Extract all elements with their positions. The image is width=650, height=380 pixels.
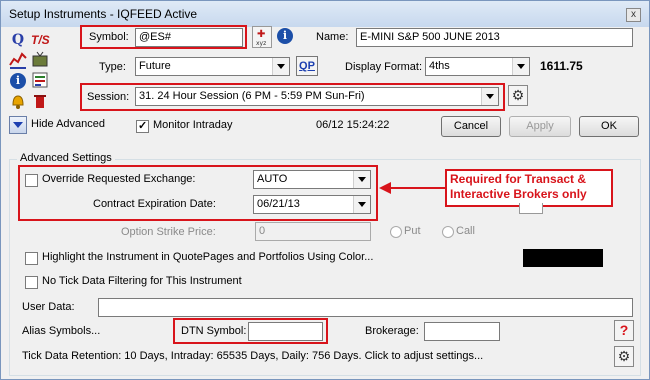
title-bar: Setup Instruments - IQFEED Active x xyxy=(1,1,649,27)
hide-advanced-button[interactable] xyxy=(9,116,27,134)
chevron-down-icon xyxy=(353,196,370,213)
symbol-input[interactable]: @ES# xyxy=(135,28,243,47)
hide-advanced-label[interactable]: Hide Advanced xyxy=(31,118,105,130)
close-button[interactable]: x xyxy=(626,8,641,22)
hidden-field-edge xyxy=(519,203,543,214)
name-label: Name: xyxy=(316,31,349,43)
dtn-symbol-label: DTN Symbol: xyxy=(181,325,247,337)
svg-text:xyz: xyz xyxy=(256,40,266,47)
chart-icon[interactable] xyxy=(9,51,27,69)
session-select[interactable]: 31. 24 Hour Session (6 PM - 5:59 PM Sun-… xyxy=(135,87,499,106)
option-strike-input[interactable]: 0 xyxy=(255,222,371,241)
name-input[interactable]: E-MINI S&P 500 JUNE 2013 xyxy=(356,28,633,47)
timestamp: 06/12 15:24:22 xyxy=(316,119,390,131)
monitor-intraday-label: Monitor Intraday xyxy=(153,119,233,131)
contract-expiration-value: 06/21/13 xyxy=(257,198,300,210)
put-label: Put xyxy=(404,225,421,237)
contract-expiration-label: Contract Expiration Date: xyxy=(93,198,216,210)
setup-instruments-window: Setup Instruments - IQFEED Active x Q T/… xyxy=(0,0,650,380)
type-value: Future xyxy=(139,60,171,72)
user-data-input[interactable] xyxy=(98,298,633,317)
qp-button[interactable]: QP xyxy=(296,56,318,76)
alert-icon[interactable] xyxy=(9,92,27,110)
contract-expiration-select[interactable]: 06/21/13 xyxy=(253,195,371,214)
highlight-color-swatch[interactable] xyxy=(523,249,603,267)
quotepage-icon[interactable] xyxy=(31,71,49,89)
brokerage-label: Brokerage: xyxy=(365,325,419,337)
no-tick-filter-label: No Tick Data Filtering for This Instrume… xyxy=(42,275,242,287)
delete-icon[interactable] xyxy=(31,92,49,110)
exchange-select[interactable]: AUTO xyxy=(253,170,371,189)
symbol-lookup-icon[interactable]: ✚ xyz xyxy=(252,26,272,48)
display-format-select[interactable]: 4ths xyxy=(425,57,530,76)
highlight-color-label[interactable]: Highlight the Instrument in QuotePages a… xyxy=(42,251,373,263)
brokerage-input[interactable] xyxy=(424,322,500,341)
settings-icon[interactable]: ⚙ xyxy=(508,85,528,106)
display-format-label: Display Format: xyxy=(345,61,423,73)
no-tick-filter-checkbox[interactable] xyxy=(25,276,38,289)
chevron-down-icon xyxy=(272,58,289,75)
ok-button[interactable]: OK xyxy=(579,116,639,137)
advanced-settings-label: Advanced Settings xyxy=(17,152,115,164)
exchange-value: AUTO xyxy=(257,173,288,185)
svg-text:✚: ✚ xyxy=(257,29,265,40)
tick-settings-icon[interactable]: ⚙ xyxy=(614,346,634,367)
session-value: 31. 24 Hour Session (6 PM - 5:59 PM Sun-… xyxy=(139,90,365,102)
cancel-button[interactable]: Cancel xyxy=(441,116,501,137)
session-label: Session: xyxy=(87,91,130,103)
call-radio[interactable] xyxy=(442,226,454,238)
tv-icon[interactable] xyxy=(31,51,49,69)
symbol-label: Symbol: xyxy=(89,31,129,43)
quote-icon[interactable]: Q xyxy=(9,31,27,49)
chevron-down-icon xyxy=(481,88,498,105)
tick-retention-link[interactable]: Tick Data Retention: 10 Days, Intraday: … xyxy=(22,350,483,362)
last-price: 1611.75 xyxy=(540,59,583,73)
symbol-info-icon[interactable]: i xyxy=(277,28,293,44)
type-label: Type: xyxy=(99,61,126,73)
time-sales-icon[interactable]: T/S xyxy=(31,31,50,49)
highlight-color-checkbox[interactable] xyxy=(25,252,38,265)
put-radio[interactable] xyxy=(390,226,402,238)
option-strike-label: Option Strike Price: xyxy=(121,226,216,238)
info-icon[interactable]: i xyxy=(10,73,26,89)
chevron-down-icon xyxy=(512,58,529,75)
alias-symbols-link[interactable]: Alias Symbols... xyxy=(22,325,100,337)
window-title: Setup Instruments - IQFEED Active xyxy=(9,7,198,21)
monitor-intraday-checkbox[interactable] xyxy=(136,119,149,133)
call-label: Call xyxy=(456,225,475,237)
override-exchange-label: Override Requested Exchange: xyxy=(42,173,196,185)
dtn-symbol-input[interactable] xyxy=(248,322,323,341)
help-icon[interactable]: ? xyxy=(614,320,634,341)
override-exchange-checkbox[interactable] xyxy=(25,174,38,187)
annotation-arrow xyxy=(379,182,447,194)
annotation-callout-text: Required for Transact & Interactive Brok… xyxy=(450,172,587,201)
apply-button[interactable]: Apply xyxy=(509,116,571,137)
user-data-label: User Data: xyxy=(22,301,75,313)
display-format-value: 4ths xyxy=(429,60,450,72)
type-select[interactable]: Future xyxy=(135,57,290,76)
chevron-down-icon xyxy=(353,171,370,188)
